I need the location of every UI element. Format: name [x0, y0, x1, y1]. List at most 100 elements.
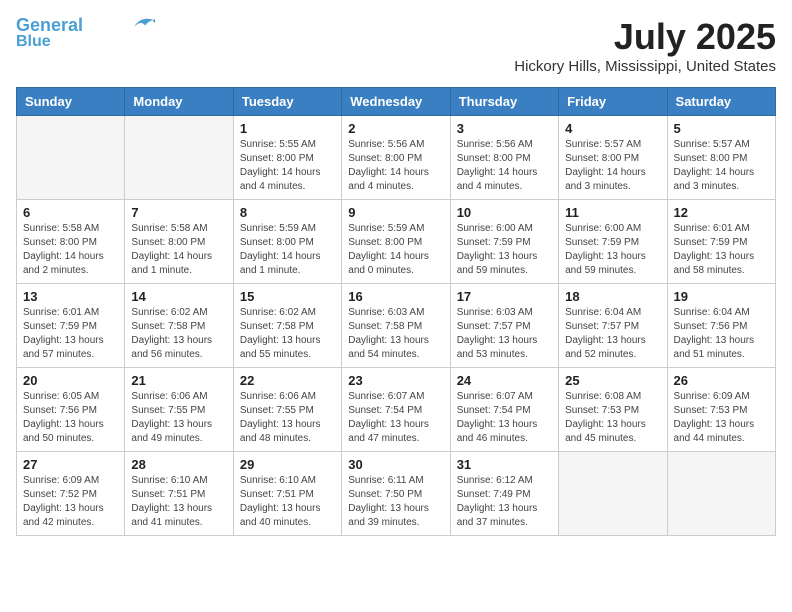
day-info: Sunrise: 6:07 AM Sunset: 7:54 PM Dayligh… — [457, 390, 552, 446]
day-info: Sunrise: 6:01 AM Sunset: 7:59 PM Dayligh… — [674, 222, 769, 278]
title-area: July 2025 Hickory Hills, Mississippi, Un… — [514, 16, 776, 75]
day-number: 27 — [23, 457, 118, 472]
day-number: 17 — [457, 289, 552, 304]
calendar-week-row: 13Sunrise: 6:01 AM Sunset: 7:59 PM Dayli… — [17, 284, 776, 368]
day-info: Sunrise: 6:09 AM Sunset: 7:53 PM Dayligh… — [674, 390, 769, 446]
calendar-cell: 30Sunrise: 6:11 AM Sunset: 7:50 PM Dayli… — [342, 452, 450, 536]
day-number: 19 — [674, 289, 769, 304]
day-info: Sunrise: 6:06 AM Sunset: 7:55 PM Dayligh… — [240, 390, 335, 446]
day-number: 21 — [131, 373, 226, 388]
day-info: Sunrise: 6:06 AM Sunset: 7:55 PM Dayligh… — [131, 390, 226, 446]
weekday-header-monday: Monday — [125, 88, 233, 116]
calendar-cell: 6 Sunrise: 5:58 AM Sunset: 8:00 PM Daylig… — [17, 200, 125, 284]
day-number: 9 — [348, 205, 443, 220]
day-info: Sunrise: 5:56 AM Sunset: 8:00 PM Dayligh… — [457, 138, 552, 194]
day-number: 11 — [565, 205, 660, 220]
calendar-cell: 22 Sunrise: 6:06 AM Sunset: 7:55 PM Dayli… — [233, 368, 341, 452]
calendar-cell: 24 Sunrise: 6:07 AM Sunset: 7:54 PM Dayli… — [450, 368, 558, 452]
logo-blue-text: Blue — [16, 34, 51, 50]
calendar-cell: 18 Sunrise: 6:04 AM Sunset: 7:57 PM Dayli… — [559, 284, 667, 368]
day-info: Sunrise: 6:12 AM Sunset: 7:49 PM Dayligh… — [457, 474, 552, 530]
calendar-cell: 25 Sunrise: 6:08 AM Sunset: 7:53 PM Dayli… — [559, 368, 667, 452]
day-info: Sunrise: 5:58 AM Sunset: 8:00 PM Dayligh… — [131, 222, 226, 278]
calendar-cell: 7Sunrise: 5:58 AM Sunset: 8:00 PM Daylig… — [125, 200, 233, 284]
weekday-header-row: SundayMondayTuesdayWednesdayThursdayFrid… — [17, 88, 776, 116]
day-info: Sunrise: 6:09 AM Sunset: 7:52 PM Dayligh… — [23, 474, 118, 530]
day-info: Sunrise: 6:07 AM Sunset: 7:54 PM Dayligh… — [348, 390, 443, 446]
calendar-cell: 27 Sunrise: 6:09 AM Sunset: 7:52 PM Dayli… — [17, 452, 125, 536]
weekday-header-tuesday: Tuesday — [233, 88, 341, 116]
day-number: 2 — [348, 121, 443, 136]
calendar-cell: 5 Sunrise: 5:57 AM Sunset: 8:00 PM Daylig… — [667, 116, 775, 200]
logo: General Blue — [16, 16, 155, 50]
day-info: Sunrise: 6:02 AM Sunset: 7:58 PM Dayligh… — [131, 306, 226, 362]
day-info: Sunrise: 6:00 AM Sunset: 7:59 PM Dayligh… — [457, 222, 552, 278]
calendar-cell — [667, 452, 775, 536]
day-number: 15 — [240, 289, 335, 304]
day-info: Sunrise: 5:58 AM Sunset: 8:00 PM Dayligh… — [23, 222, 118, 278]
day-number: 1 — [240, 121, 335, 136]
day-info: Sunrise: 6:05 AM Sunset: 7:56 PM Dayligh… — [23, 390, 118, 446]
day-info: Sunrise: 6:00 AM Sunset: 7:59 PM Dayligh… — [565, 222, 660, 278]
weekday-header-friday: Friday — [559, 88, 667, 116]
day-number: 10 — [457, 205, 552, 220]
calendar-cell: 21 Sunrise: 6:06 AM Sunset: 7:55 PM Dayli… — [125, 368, 233, 452]
day-info: Sunrise: 6:08 AM Sunset: 7:53 PM Dayligh… — [565, 390, 660, 446]
day-number: 13 — [23, 289, 118, 304]
day-info: Sunrise: 6:02 AM Sunset: 7:58 PM Dayligh… — [240, 306, 335, 362]
logo-text: General — [16, 16, 83, 34]
day-number: 18 — [565, 289, 660, 304]
calendar-cell: 3 Sunrise: 5:56 AM Sunset: 8:00 PM Daylig… — [450, 116, 558, 200]
calendar-cell: 16Sunrise: 6:03 AM Sunset: 7:58 PM Dayli… — [342, 284, 450, 368]
calendar-week-row: 20 Sunrise: 6:05 AM Sunset: 7:56 PM Dayli… — [17, 368, 776, 452]
calendar-cell: 20 Sunrise: 6:05 AM Sunset: 7:56 PM Dayli… — [17, 368, 125, 452]
day-number: 8 — [240, 205, 335, 220]
calendar-cell: 26Sunrise: 6:09 AM Sunset: 7:53 PM Dayli… — [667, 368, 775, 452]
calendar-cell: 17 Sunrise: 6:03 AM Sunset: 7:57 PM Dayli… — [450, 284, 558, 368]
day-number: 16 — [348, 289, 443, 304]
page-header: General Blue July 2025 Hickory Hills, Mi… — [16, 16, 776, 75]
day-info: Sunrise: 5:59 AM Sunset: 8:00 PM Dayligh… — [348, 222, 443, 278]
calendar-cell: 23 Sunrise: 6:07 AM Sunset: 7:54 PM Dayli… — [342, 368, 450, 452]
weekday-header-wednesday: Wednesday — [342, 88, 450, 116]
calendar-week-row: 27 Sunrise: 6:09 AM Sunset: 7:52 PM Dayli… — [17, 452, 776, 536]
location-title: Hickory Hills, Mississippi, United State… — [514, 58, 776, 75]
day-number: 20 — [23, 373, 118, 388]
day-number: 28 — [131, 457, 226, 472]
calendar-cell: 13Sunrise: 6:01 AM Sunset: 7:59 PM Dayli… — [17, 284, 125, 368]
calendar-cell: 1Sunrise: 5:55 AM Sunset: 8:00 PM Daylig… — [233, 116, 341, 200]
day-info: Sunrise: 6:04 AM Sunset: 7:57 PM Dayligh… — [565, 306, 660, 362]
calendar-cell: 14Sunrise: 6:02 AM Sunset: 7:58 PM Dayli… — [125, 284, 233, 368]
day-info: Sunrise: 5:57 AM Sunset: 8:00 PM Dayligh… — [565, 138, 660, 194]
day-info: Sunrise: 6:03 AM Sunset: 7:57 PM Dayligh… — [457, 306, 552, 362]
calendar-cell — [17, 116, 125, 200]
calendar-cell: 11 Sunrise: 6:00 AM Sunset: 7:59 PM Dayli… — [559, 200, 667, 284]
weekday-header-sunday: Sunday — [17, 88, 125, 116]
day-number: 24 — [457, 373, 552, 388]
calendar-cell: 19 Sunrise: 6:04 AM Sunset: 7:56 PM Dayli… — [667, 284, 775, 368]
day-number: 22 — [240, 373, 335, 388]
calendar-cell: 12Sunrise: 6:01 AM Sunset: 7:59 PM Dayli… — [667, 200, 775, 284]
logo-bird-icon — [127, 14, 155, 32]
day-info: Sunrise: 5:56 AM Sunset: 8:00 PM Dayligh… — [348, 138, 443, 194]
calendar-cell: 28 Sunrise: 6:10 AM Sunset: 7:51 PM Dayli… — [125, 452, 233, 536]
day-number: 5 — [674, 121, 769, 136]
day-number: 3 — [457, 121, 552, 136]
calendar-week-row: 1Sunrise: 5:55 AM Sunset: 8:00 PM Daylig… — [17, 116, 776, 200]
day-number: 6 — [23, 205, 118, 220]
calendar-cell — [125, 116, 233, 200]
calendar-cell: 31Sunrise: 6:12 AM Sunset: 7:49 PM Dayli… — [450, 452, 558, 536]
day-info: Sunrise: 6:10 AM Sunset: 7:51 PM Dayligh… — [240, 474, 335, 530]
day-info: Sunrise: 6:04 AM Sunset: 7:56 PM Dayligh… — [674, 306, 769, 362]
day-info: Sunrise: 6:10 AM Sunset: 7:51 PM Dayligh… — [131, 474, 226, 530]
calendar-cell — [559, 452, 667, 536]
calendar-cell: 9 Sunrise: 5:59 AM Sunset: 8:00 PM Daylig… — [342, 200, 450, 284]
calendar-table: SundayMondayTuesdayWednesdayThursdayFrid… — [16, 87, 776, 536]
day-info: Sunrise: 5:59 AM Sunset: 8:00 PM Dayligh… — [240, 222, 335, 278]
day-number: 30 — [348, 457, 443, 472]
weekday-header-thursday: Thursday — [450, 88, 558, 116]
day-info: Sunrise: 5:57 AM Sunset: 8:00 PM Dayligh… — [674, 138, 769, 194]
day-number: 25 — [565, 373, 660, 388]
day-number: 23 — [348, 373, 443, 388]
month-title: July 2025 — [514, 16, 776, 58]
